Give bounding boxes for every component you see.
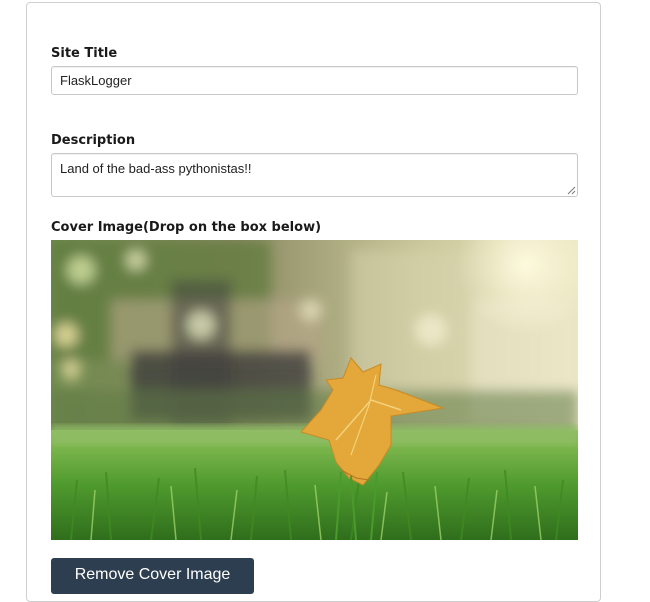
site-title-label: Site Title [51, 46, 118, 61]
cover-image-dropzone[interactable] [51, 240, 578, 540]
description-textarea[interactable]: Land of the bad-ass pythonistas!! [51, 153, 578, 197]
cover-image-label: Cover Image(Drop on the box below) [51, 220, 322, 235]
description-label: Description [51, 133, 136, 148]
remove-cover-image-button[interactable]: Remove Cover Image [51, 558, 254, 594]
cover-image-photo [51, 240, 578, 540]
description-text: Land of the bad-ass pythonistas!! [60, 161, 252, 176]
resize-handle-icon[interactable] [567, 186, 576, 195]
site-title-input[interactable]: FlaskLogger [51, 66, 578, 95]
